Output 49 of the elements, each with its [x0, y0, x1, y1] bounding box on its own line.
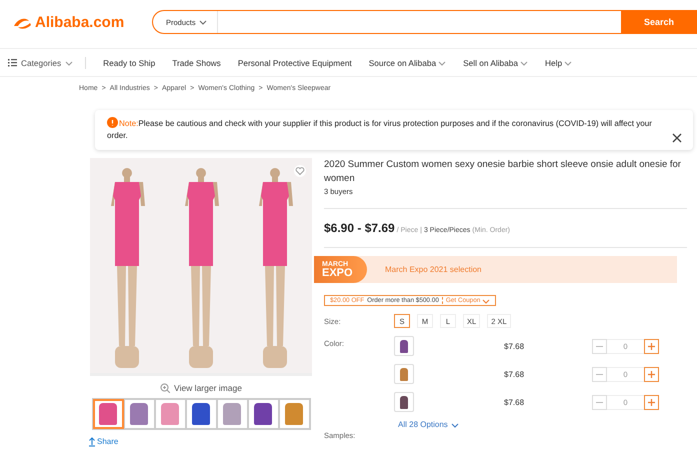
nav-link[interactable]: Ready to Ship: [103, 58, 156, 68]
share-icon: [88, 436, 96, 447]
thumbnail[interactable]: [92, 399, 124, 429]
chevron-down-icon: [450, 422, 459, 428]
chevron-down-icon: [198, 19, 207, 25]
increment-button[interactable]: [644, 338, 659, 354]
color-swatch[interactable]: [394, 364, 414, 384]
share-link[interactable]: Share: [88, 436, 118, 447]
nav-link[interactable]: Personal Protective Equipment: [238, 58, 352, 68]
increment-button[interactable]: [644, 366, 659, 382]
thumbnail[interactable]: [278, 399, 310, 429]
badge-text: EXPO: [322, 268, 354, 278]
categories-menu[interactable]: Categories: [8, 56, 86, 68]
thumbnail[interactable]: [216, 399, 248, 429]
nav-link[interactable]: Trade Shows: [172, 58, 221, 68]
decrement-button[interactable]: [592, 366, 607, 382]
nav-link[interactable]: Help: [545, 58, 572, 68]
price-range: $6.90 - $7.69: [324, 221, 395, 235]
chevron-down-icon: [482, 298, 490, 304]
expo-text: March Expo 2021 selection: [385, 265, 482, 274]
info-icon: [107, 117, 118, 128]
thumbnail[interactable]: [186, 399, 216, 429]
plus-icon: [647, 370, 656, 378]
chevron-down-icon: [438, 60, 446, 66]
thumbnail[interactable]: [248, 399, 278, 429]
variant-price: $7.68: [504, 370, 526, 378]
increment-button[interactable]: [644, 394, 659, 410]
product-title: 2020 Summer Custom women sexy onesie barbie short sleeve onsie adult onesie for women: [324, 158, 682, 186]
decrement-button[interactable]: [592, 394, 607, 410]
thumbnail[interactable]: [124, 399, 154, 429]
chevron-down-icon: [520, 60, 528, 66]
decrement-button[interactable]: [592, 338, 607, 354]
zoom-in-icon: [160, 383, 170, 393]
view-larger-link[interactable]: View larger image: [160, 383, 242, 393]
heart-icon: [294, 165, 306, 177]
color-swatch[interactable]: [394, 392, 414, 412]
all-options-link[interactable]: All 28 Options: [398, 420, 459, 429]
note-message: Note:Please be cautious and check with your supplier if this product is for virus protection purposes and if the coronavirus (COVID-19) will affect your order.: [107, 117, 653, 142]
nav-link[interactable]: Source on Alibaba: [368, 58, 446, 68]
plus-icon: [647, 398, 656, 406]
variant-price: $7.68: [504, 342, 526, 350]
menu-icon: [8, 58, 17, 67]
nav-link[interactable]: Sell on Alibaba: [463, 58, 528, 68]
thumbnail[interactable]: [154, 399, 186, 429]
chevron-down-icon: [65, 60, 74, 66]
variant-price: $7.68: [504, 398, 526, 406]
color-swatch[interactable]: [394, 336, 414, 356]
plus-icon: [647, 342, 656, 350]
chevron-down-icon: [564, 60, 572, 66]
